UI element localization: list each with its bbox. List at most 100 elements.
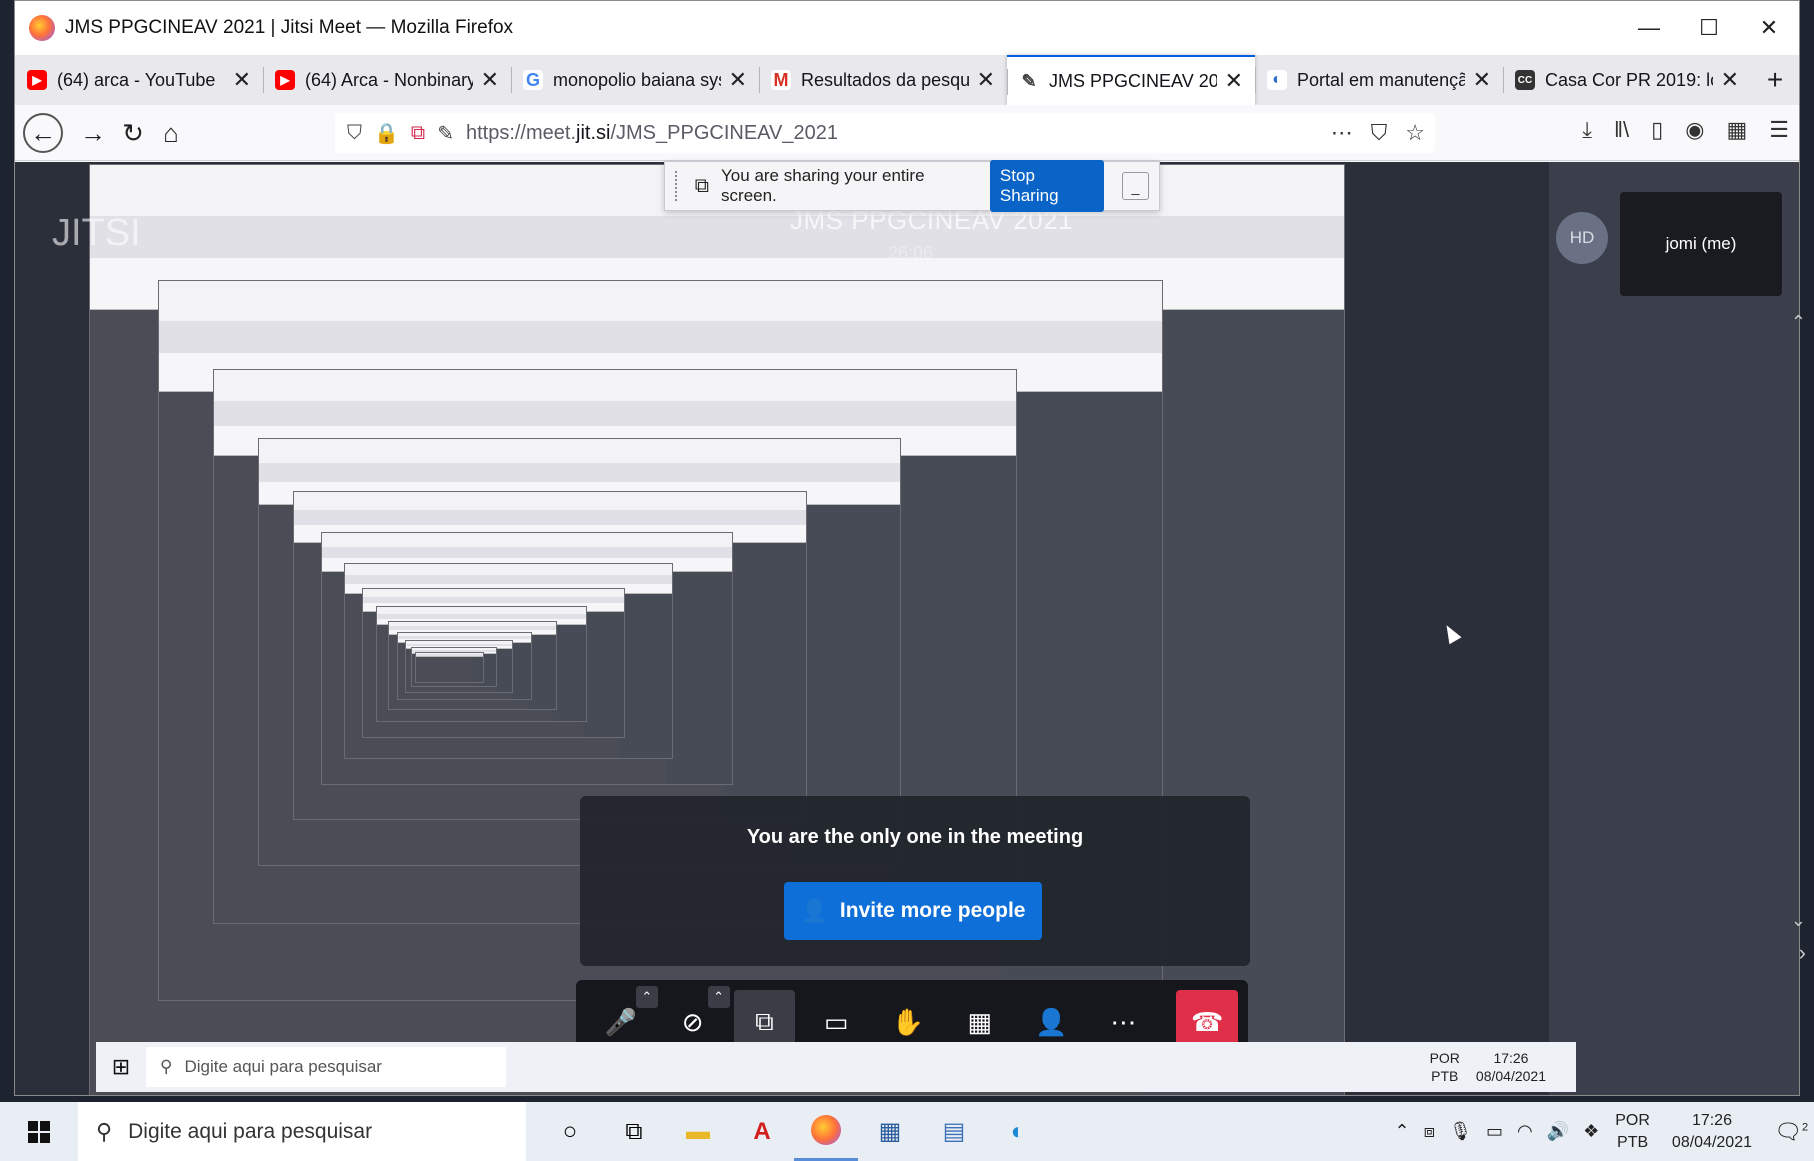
tab-label: JMS PPGCINEAV 2021 | J — [1049, 70, 1217, 91]
pocket-icon[interactable]: ⛉ — [1371, 120, 1388, 146]
system-tray: ⌃ ⧈ 🎙 ▭ ◠ 🔊 ❖ POR PTB 17:26 08/04/2021 🗨2 — [1395, 1102, 1814, 1161]
sidebar-icon[interactable]: ▯ — [1651, 117, 1663, 143]
audio-settings-caret-icon[interactable]: ⌃ — [635, 986, 658, 1008]
youtube-icon: ▶ — [27, 70, 47, 90]
browser-tab[interactable]: ◐ Portal em manutenção ✕ — [1255, 55, 1503, 105]
taskbar-search-box[interactable]: ⚲ Digite aqui para pesquisar — [78, 1102, 526, 1161]
edge-icon[interactable]: ◐ — [986, 1102, 1050, 1161]
battery-icon[interactable]: ▭ — [1486, 1121, 1503, 1142]
start-button[interactable] — [0, 1120, 78, 1143]
casacor-icon: CC — [1515, 70, 1535, 90]
menu-icon[interactable]: ☰ — [1769, 117, 1789, 143]
browser-tab[interactable]: Gmonopolio baiana syste ✕ — [511, 55, 759, 105]
drag-handle[interactable] — [675, 171, 683, 201]
participant-avatar[interactable]: HD — [1556, 212, 1608, 264]
address-bar[interactable]: ⛉ 🔒 ⧉ ✎ https://meet.jit.si/JMS_PPGCINEA… — [335, 113, 1435, 153]
home-button[interactable]: ⌂ — [151, 113, 191, 153]
inner-clock: 17:26 08/04/2021 — [1475, 1050, 1546, 1084]
jitsi-icon: ✎ — [1019, 71, 1039, 91]
account-icon[interactable]: ◉ — [1685, 117, 1704, 143]
close-tab-icon[interactable]: ✕ — [1225, 68, 1243, 94]
inner-search-icon: ⚲ — [160, 1057, 173, 1076]
tab-strip: ▶ (64) arca - YouTube ✕ ▶ (64) Arca - Nonbin… — [15, 55, 1799, 105]
tab-label: Resultados da pesquisa — [801, 69, 969, 90]
task-view-icon[interactable]: ⧉ — [602, 1102, 666, 1161]
tab-label: Portal em manutenção — [1297, 69, 1465, 90]
url-text[interactable]: https://meet.jit.si/JMS_PPGCINEAV_2021 — [466, 122, 838, 145]
shield-icon[interactable]: ⛉ — [347, 122, 362, 145]
acrobat-icon[interactable]: A — [730, 1102, 794, 1161]
local-participant-label: jomi (me) — [1665, 234, 1737, 253]
google-icon: G — [523, 70, 543, 90]
close-tab-icon[interactable]: ✕ — [481, 67, 499, 93]
firefox-logo-icon — [29, 15, 55, 41]
screen-share-icon: ⧉ — [694, 174, 710, 197]
stop-sharing-button[interactable]: Stop Sharing — [989, 160, 1105, 212]
close-tab-icon[interactable]: ✕ — [729, 67, 747, 93]
share-message: You are sharing your entire screen. — [721, 166, 925, 205]
firefox-taskbar-icon[interactable] — [794, 1102, 858, 1161]
browser-tab[interactable]: ▶ (64) arca - YouTube ✕ — [15, 55, 263, 105]
page-actions-icon[interactable]: ⋯ — [1331, 120, 1353, 146]
video-settings-caret-icon[interactable]: ⌃ — [707, 986, 730, 1008]
windows-taskbar: ⚲ Digite aqui para pesquisar ○ ⧉ ▬ A ▦ ▤ … — [0, 1102, 1814, 1161]
browser-tab[interactable]: ▶ (64) Arca - Nonbinary - \ ✕ — [263, 55, 511, 105]
close-window-button[interactable]: ✕ — [1739, 1, 1799, 55]
minimize-button[interactable]: — — [1619, 1, 1679, 55]
shared-screen-taskbar: ⊞ ⚲ Digite aqui para pesquisar POR PTB 17:… — [96, 1042, 1576, 1092]
bookmark-star-icon[interactable]: ☆ — [1405, 120, 1425, 146]
tab-label: monopolio baiana syste — [553, 69, 721, 90]
inner-lang: POR PTB — [1429, 1050, 1460, 1084]
browser-tab[interactable]: CC Casa Cor PR 2019: lobby ✕ — [1503, 55, 1751, 105]
tab-label: (64) arca - YouTube — [57, 69, 216, 90]
filmstrip-scroll-up-icon[interactable]: ⌃ — [1791, 312, 1806, 333]
close-tab-icon[interactable]: ✕ — [233, 67, 251, 93]
camera-blocked-icon[interactable]: ✎ — [437, 121, 454, 146]
wifi-icon[interactable]: ◠ — [1517, 1121, 1533, 1142]
browser-tab[interactable]: M Resultados da pesquisa ✕ — [759, 55, 1007, 105]
volume-icon[interactable]: 🔊 — [1547, 1121, 1569, 1142]
windows-logo-icon — [28, 1120, 50, 1143]
filmstrip-toggle-icon[interactable]: › — [1799, 940, 1806, 966]
microphone-tray-icon[interactable]: 🎙 — [1449, 1121, 1472, 1142]
close-tab-icon[interactable]: ✕ — [1473, 67, 1491, 93]
filmstrip-scroll-down-icon[interactable]: ⌄ — [1791, 910, 1806, 931]
close-tab-icon[interactable]: ✕ — [1721, 67, 1739, 93]
inner-start-icon: ⊞ — [111, 1054, 131, 1079]
window-title: JMS PPGCINEAV 2021 | Jitsi Meet — Mozill… — [65, 17, 514, 38]
forward-button[interactable]: → — [73, 113, 113, 153]
library-icon[interactable]: ‖\ — [1614, 117, 1629, 143]
maximize-button[interactable]: ☐ — [1679, 1, 1739, 55]
dropbox-icon[interactable]: ❖ — [1583, 1121, 1599, 1142]
notice-title: You are the only one in the meeting — [746, 826, 1084, 848]
lock-icon[interactable]: 🔒 — [374, 121, 399, 146]
jitsi-watermark[interactable]: JITSI — [52, 212, 141, 255]
title-bar: JMS PPGCINEAV 2021 | Jitsi Meet — Mozill… — [15, 1, 1799, 55]
back-button[interactable]: ← — [23, 113, 63, 153]
invite-more-people-button[interactable]: 👤 Invite more people — [784, 882, 1042, 940]
tab-label: (64) Arca - Nonbinary - \ — [305, 69, 473, 90]
cortana-icon[interactable]: ○ — [538, 1102, 602, 1161]
new-tab-button[interactable]: + — [1751, 55, 1799, 105]
search-icon: ⚲ — [96, 1118, 113, 1144]
downloads-icon[interactable]: ⤓ — [1582, 117, 1592, 143]
system-clock[interactable]: 17:26 08/04/2021 — [1672, 1110, 1752, 1154]
input-language[interactable]: POR PTB — [1615, 1110, 1650, 1154]
show-hidden-icons-icon[interactable]: ⌃ — [1395, 1121, 1410, 1142]
gmail-icon: M — [771, 70, 791, 90]
navigation-bar: ← → ↻ ⌂ ⛉ 🔒 ⧉ ✎ https://meet.jit.si/JMS_… — [15, 105, 1799, 161]
local-video-thumbnail[interactable]: jomi (me) — [1620, 192, 1782, 296]
meet-now-icon[interactable]: ⧈ — [1424, 1121, 1435, 1142]
browser-tab[interactable]: ✎ JMS PPGCINEAV 2021 | J ✕ — [1007, 55, 1255, 105]
extensions-icon[interactable]: ▦ — [1726, 117, 1747, 143]
tab-label: Casa Cor PR 2019: lobby — [1545, 69, 1713, 90]
hide-share-bar-button[interactable]: _ — [1122, 172, 1149, 200]
only-participant-notice: You are the only one in the meeting 👤 In… — [580, 796, 1250, 966]
screen-share-indicator-icon[interactable]: ⧉ — [411, 122, 425, 145]
calculator-icon[interactable]: ▦ — [858, 1102, 922, 1161]
close-tab-icon[interactable]: ✕ — [977, 67, 995, 93]
notifications-icon[interactable]: 🗨2 — [1774, 1119, 1814, 1145]
file-explorer-icon[interactable]: ▬ — [666, 1102, 730, 1161]
reload-button[interactable]: ↻ — [113, 113, 153, 153]
photos-icon[interactable]: ▤ — [922, 1102, 986, 1161]
